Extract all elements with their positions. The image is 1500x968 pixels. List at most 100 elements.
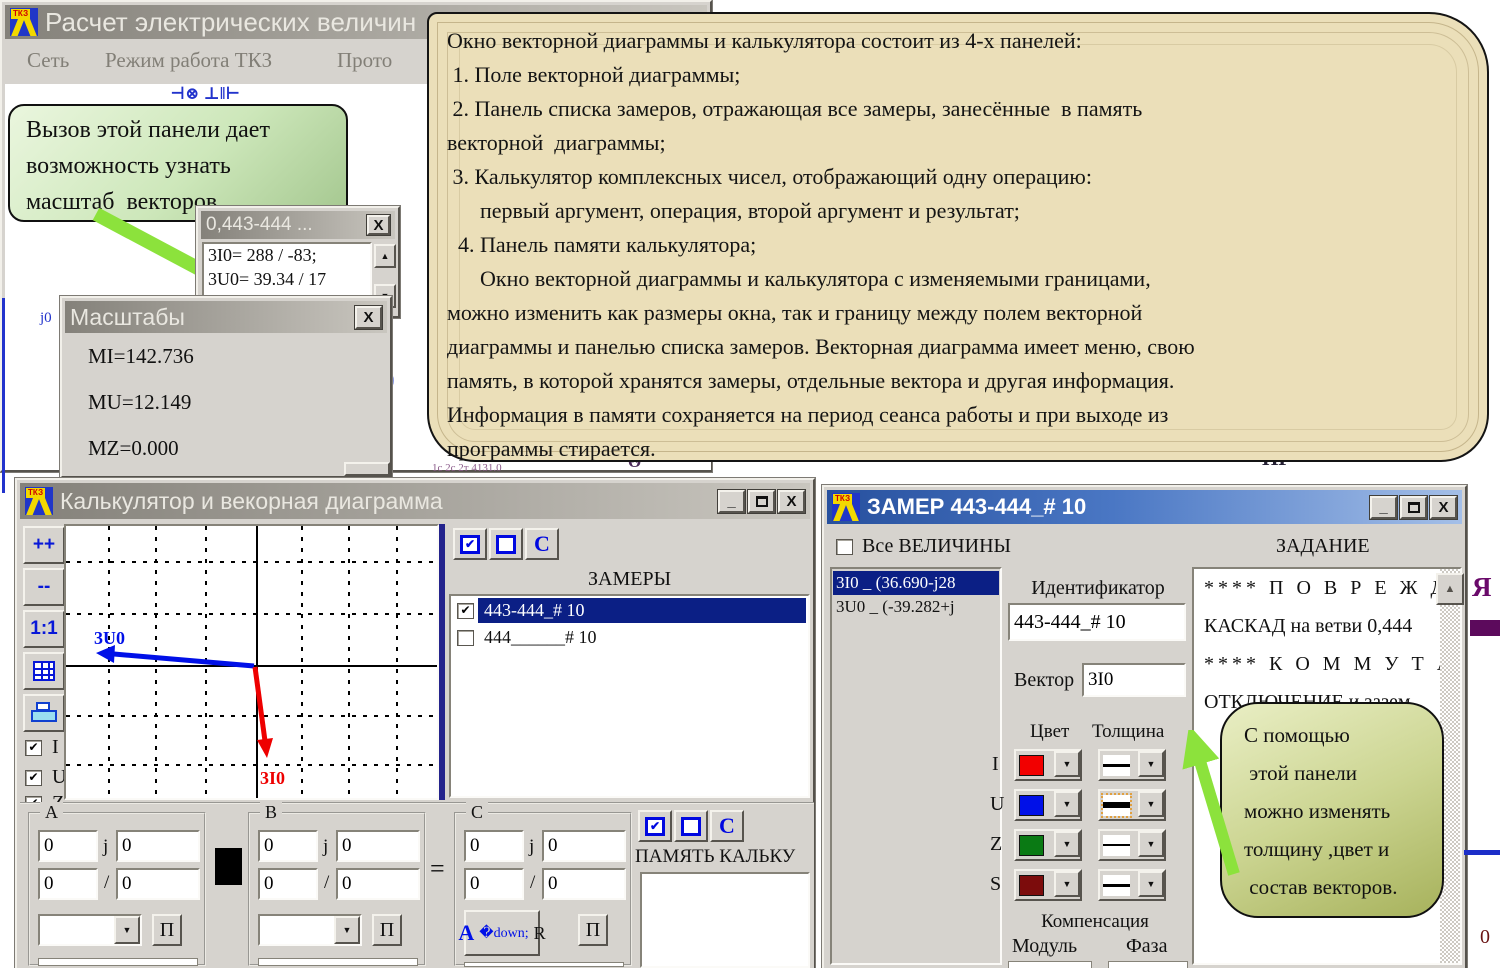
popup-title-bar[interactable]: 0,443-444 ... X [201, 211, 395, 239]
a-arg-input[interactable] [116, 868, 200, 900]
checkbox-measure-2[interactable] [457, 630, 474, 646]
color-combobox-i[interactable]: ▼ [1014, 749, 1082, 781]
result-to-a-button[interactable]: A�down;R [464, 910, 540, 956]
memory-clear-button[interactable]: C [710, 810, 744, 842]
checkbox-i[interactable]: ✔ [25, 740, 42, 756]
zoom-out-button[interactable]: -- [23, 568, 65, 606]
main-window-title: Расчет электрических величин [45, 7, 416, 38]
b-modulus-input[interactable] [258, 868, 318, 900]
checkbox-measure-1[interactable]: ✔ [457, 603, 474, 619]
j-label: j [103, 836, 108, 858]
color-combobox-s[interactable]: ▼ [1014, 869, 1082, 901]
c-modulus-input[interactable] [464, 868, 524, 900]
grid-toggle-button[interactable] [23, 652, 65, 690]
measure-item[interactable]: ✔ 443-444_# 10 [453, 598, 806, 623]
close-icon[interactable]: X [355, 306, 382, 329]
zamer-vector-list[interactable]: 3I0 _ (36.690-j28 3U0 _ (-39.282+j [830, 567, 1002, 965]
c-real-input[interactable] [464, 830, 524, 862]
printer-icon [31, 702, 57, 724]
minimize-button[interactable]: _ [1370, 496, 1397, 519]
vector-list-item[interactable]: 3I0 _ (36.690-j28 [833, 571, 999, 595]
width-combobox-u[interactable]: ▼ [1098, 789, 1166, 821]
maximize-button[interactable] [1400, 496, 1427, 519]
memory-check-all-button[interactable]: ✔ [638, 810, 672, 842]
slash-label: / [104, 872, 109, 894]
measure-item-label[interactable]: 444______# 10 [478, 627, 806, 648]
a-memory-button[interactable]: П [152, 914, 182, 946]
vector-list-item[interactable]: 3U0 _ (-39.282+j [833, 595, 999, 619]
b-imag-input[interactable] [336, 830, 420, 862]
calc-title-bar[interactable]: ТКЗ Калькулятор и векорная диаграмма _ X [20, 483, 810, 519]
clipped-field [464, 962, 624, 967]
slash-label: / [530, 872, 535, 894]
check-icon: ✔ [28, 770, 38, 785]
memory-uncheck-button[interactable] [674, 810, 708, 842]
width-combobox-z[interactable]: ▼ [1098, 829, 1166, 861]
close-icon[interactable]: X [367, 215, 390, 235]
line-sample [1103, 795, 1130, 816]
vector-name-input[interactable] [1082, 663, 1186, 697]
identifier-input[interactable] [1008, 603, 1186, 641]
measure-item-label[interactable]: 443-444_# 10 [478, 598, 806, 623]
b-memory-button[interactable]: П [372, 914, 402, 946]
check-all-measures-button[interactable]: ✔ [453, 528, 487, 560]
color-combobox-z[interactable]: ▼ [1014, 829, 1082, 861]
menu-set[interactable]: Сеть [27, 48, 69, 73]
close-icon[interactable]: X [778, 490, 805, 513]
width-combobox-s[interactable]: ▼ [1098, 869, 1166, 901]
a-modulus-input[interactable] [38, 868, 98, 900]
zoom-in-button[interactable]: ++ [23, 526, 65, 564]
maximize-icon [1408, 502, 1420, 513]
popup-row[interactable]: 3I0= 288 / -83; [204, 244, 370, 267]
measure-item[interactable]: 444______# 10 [453, 625, 806, 650]
operation-indicator[interactable] [215, 848, 242, 885]
b-variable-combobox[interactable]: ▼ [258, 914, 362, 946]
memory-header: ПАМЯТЬ КАЛЬКУ [635, 846, 811, 868]
one-to-one-button[interactable]: 1:1 [23, 610, 65, 648]
axis-checkbox-row: ✔ U [25, 766, 66, 789]
checked-box-icon: ✔ [645, 817, 665, 836]
measures-list[interactable]: ✔ 443-444_# 10 444______# 10 [449, 594, 810, 798]
a-variable-combobox[interactable]: ▼ [38, 914, 142, 946]
vector-diagram-canvas[interactable]: 3U0 3I0 [64, 524, 439, 800]
splitter[interactable] [439, 524, 445, 800]
scales-button-fragment[interactable] [344, 462, 390, 476]
a-imag-input[interactable] [116, 830, 200, 862]
axis-checkbox-row: ✔ I [25, 736, 59, 759]
width-combobox-i[interactable]: ▼ [1098, 749, 1166, 781]
zadanie-header: ЗАДАНИЕ [1276, 535, 1370, 558]
menu-rezhim-tkz[interactable]: Режим работа ТКЗ [105, 48, 272, 73]
scales-title: Масштабы [70, 304, 185, 331]
color-combobox-u[interactable]: ▼ [1014, 789, 1082, 821]
vector-3u0 [114, 654, 254, 666]
maximize-button[interactable] [748, 490, 775, 513]
memory-list[interactable] [640, 872, 810, 968]
phase-input-clipped[interactable] [1108, 961, 1188, 968]
module-input-clipped[interactable] [1008, 961, 1092, 968]
schematic-glyphs: ⊣⊗ ⊥‖⊢ [170, 84, 240, 104]
a-real-input[interactable] [38, 830, 98, 862]
axis-label-i: I [52, 736, 59, 759]
zadanie-scroll-up-button[interactable]: ▲ [1436, 573, 1464, 605]
c-arg-input[interactable] [542, 868, 626, 900]
b-arg-input[interactable] [336, 868, 420, 900]
scroll-up-button[interactable]: ▲ [374, 244, 396, 268]
uncheck-all-measures-button[interactable] [489, 528, 523, 560]
app-icon: ТКЗ [832, 493, 860, 521]
clear-measures-button[interactable]: C [525, 528, 559, 560]
popup-row[interactable]: 3U0= 39.34 / 17 [204, 267, 370, 292]
close-icon[interactable]: X [1430, 496, 1457, 519]
b-real-input[interactable] [258, 830, 318, 862]
menu-proto[interactable]: Прото [337, 48, 392, 73]
zamer-title-bar[interactable]: ТКЗ ЗАМЕР 443-444_# 10 _ X [827, 490, 1462, 524]
color-swatch [1019, 755, 1044, 776]
all-values-checkbox[interactable] [836, 539, 853, 555]
scales-title-bar[interactable]: Масштабы X [65, 301, 387, 333]
c-imag-input[interactable] [542, 830, 626, 862]
checkbox-u[interactable]: ✔ [25, 770, 42, 786]
zadanie-line: **** К О М М У Т А Ц [1204, 653, 1440, 676]
minimize-button[interactable]: _ [718, 490, 745, 513]
print-button[interactable] [23, 694, 65, 732]
up-arrow-icon: ▲ [381, 251, 390, 261]
c-memory-button[interactable]: П [578, 914, 608, 946]
